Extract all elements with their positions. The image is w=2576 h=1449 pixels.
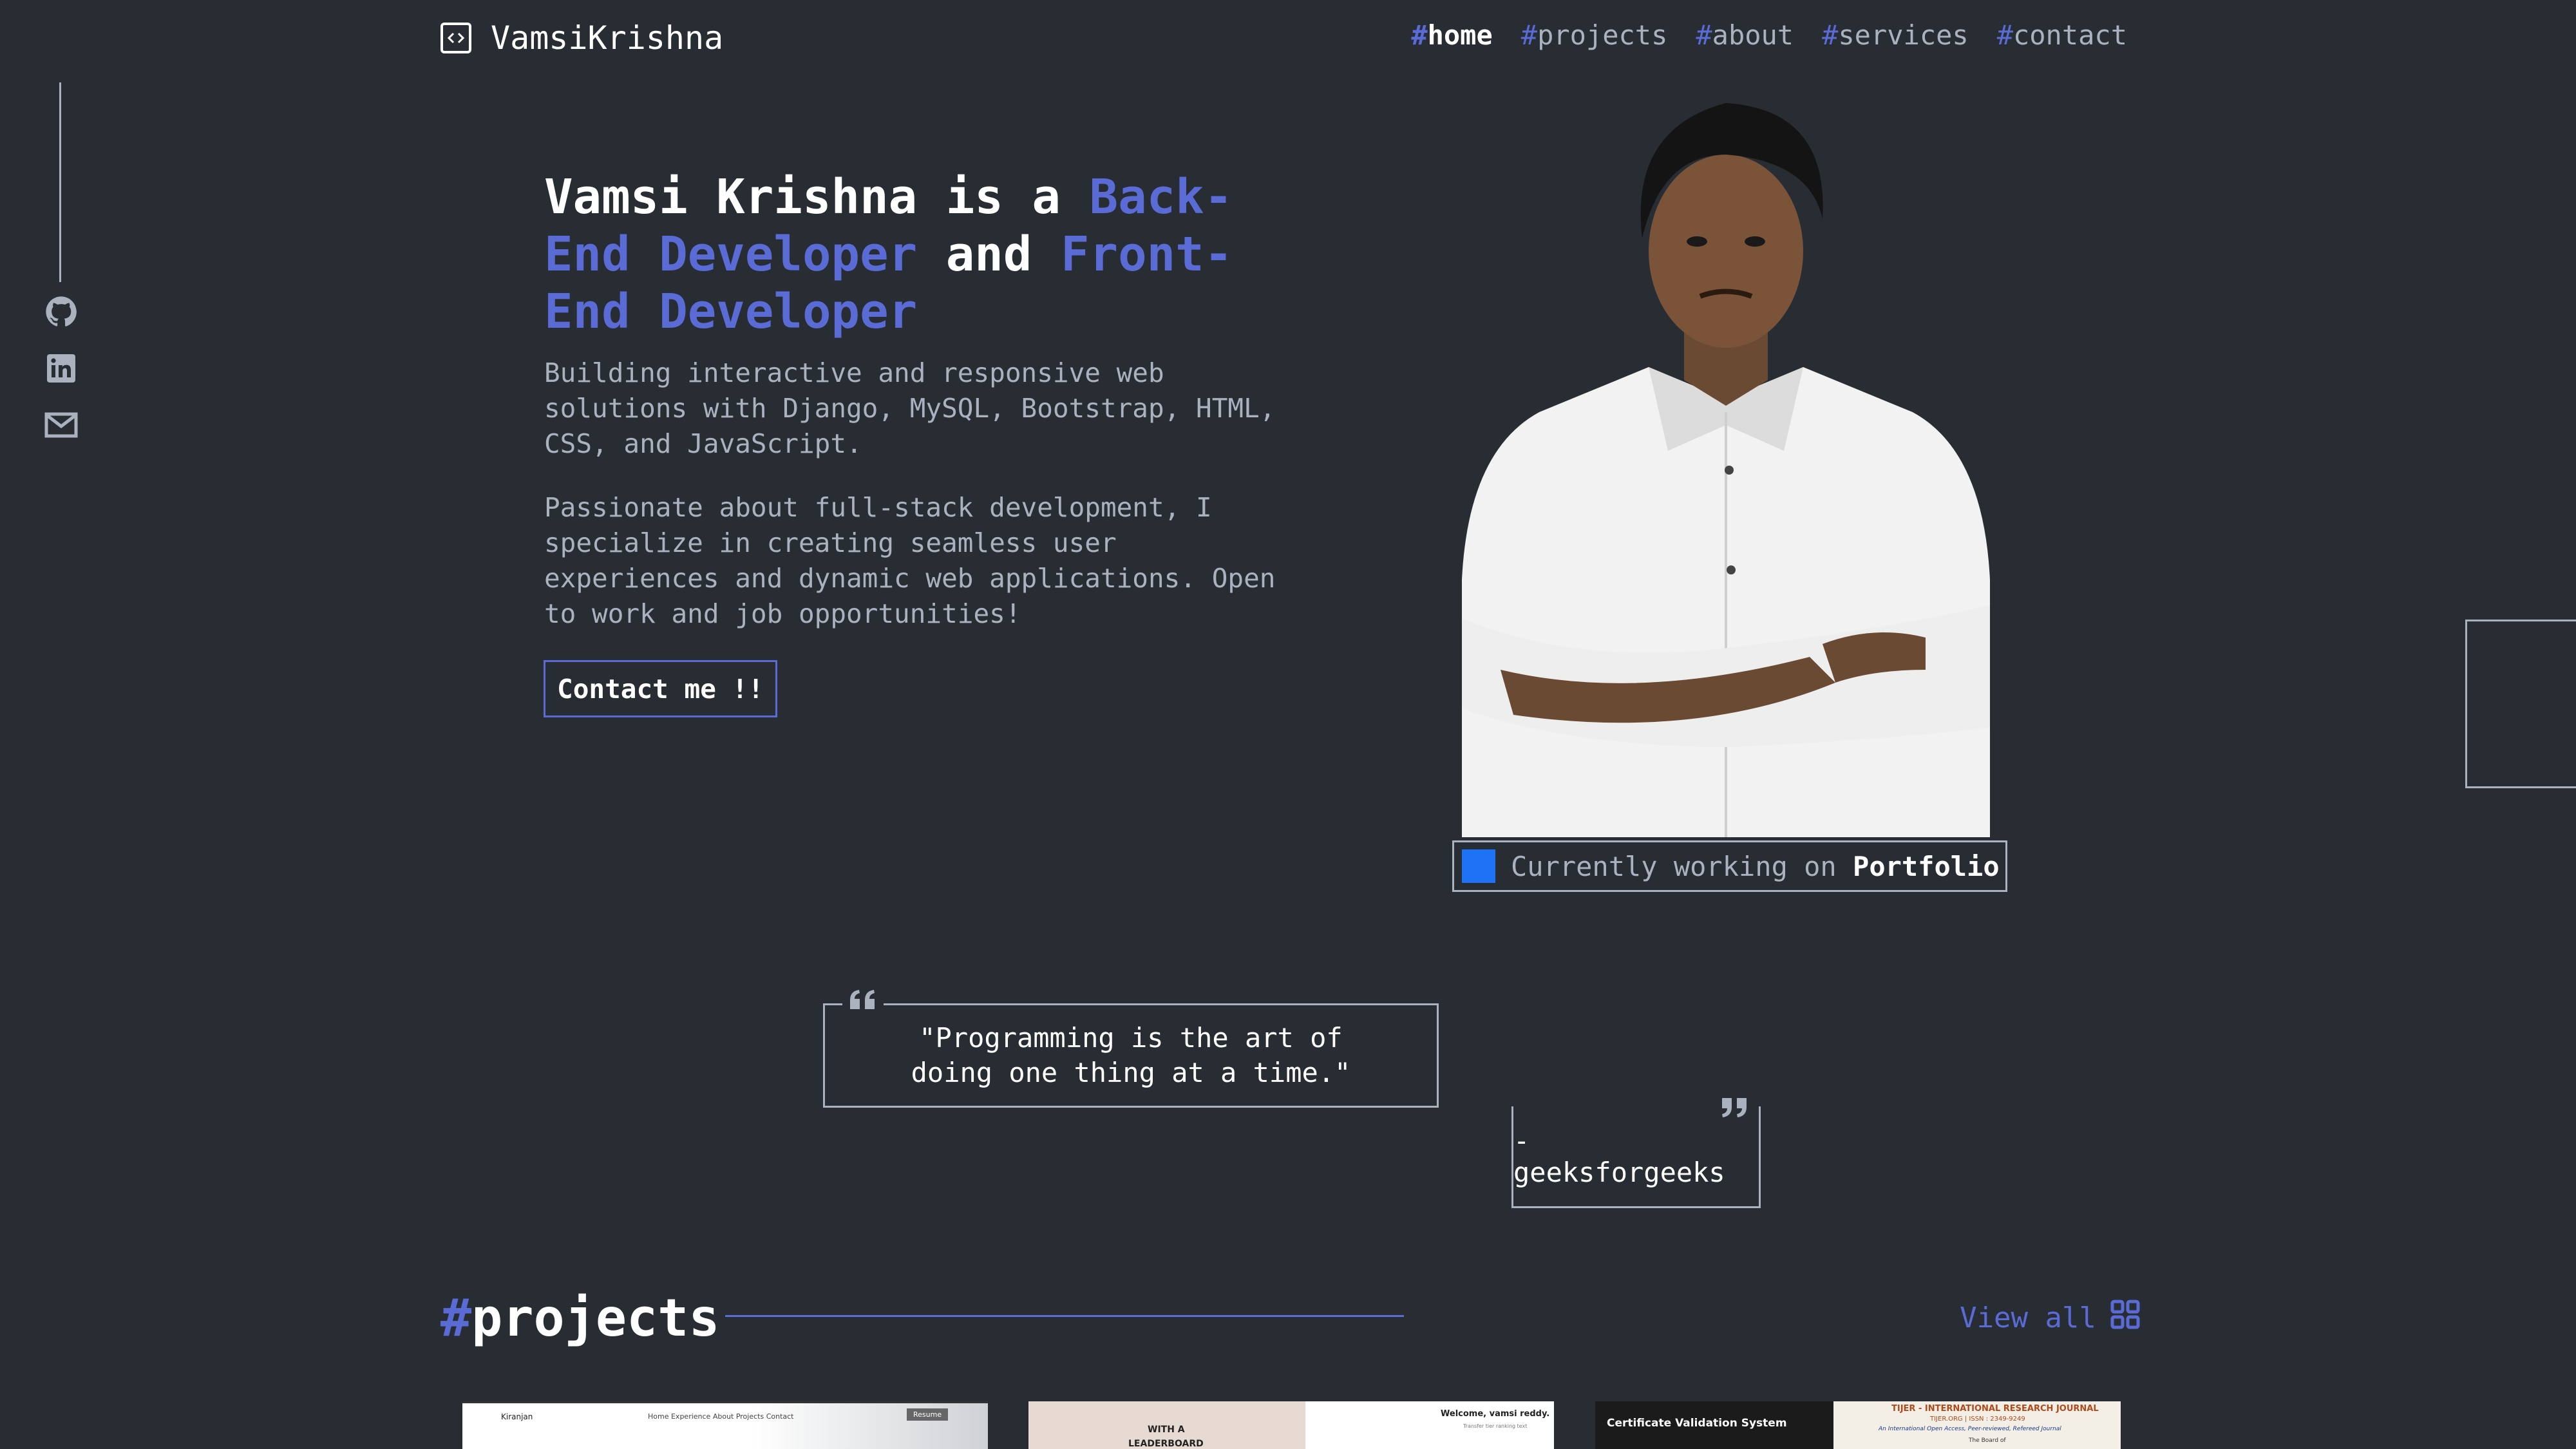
view-all-label: View all — [1960, 1302, 2096, 1334]
status-project: Portfolio — [1853, 850, 2000, 882]
status-prefix: Currently working on — [1511, 850, 1837, 882]
nav-label: projects — [1537, 19, 1668, 51]
thumb-line1: WITH A — [1148, 1425, 1185, 1435]
thumb-journal-sub2: An International Open Access, Peer-revie… — [1879, 1426, 2061, 1432]
quote-box: "Programming is the art of doing one thi… — [823, 1003, 1439, 1108]
thumb-journal-sub: TIJER.ORG | ISSN : 2349-9249 — [1930, 1416, 2025, 1423]
thumb-journal: TIJER - INTERNATIONAL RESEARCH JOURNAL — [1891, 1404, 2099, 1414]
hero-headline: Vamsi Krishna is a Back-End Developer an… — [544, 169, 1265, 341]
quote-open-icon — [842, 989, 884, 1013]
status-badge: Currently working on Portfolio — [1452, 840, 2007, 892]
thumb-badge: Resume — [907, 1408, 949, 1421]
nav-about[interactable]: #about — [1696, 19, 1794, 51]
hero-is-a: is a — [945, 169, 1061, 225]
mail-icon[interactable] — [43, 406, 80, 444]
code-icon — [440, 23, 471, 53]
nav-services[interactable]: #services — [1822, 19, 1969, 51]
thumb-line2: LEADERBOARD — [1128, 1439, 1204, 1449]
thumb-sub: Transfer tier ranking text — [1463, 1423, 1528, 1429]
nav-label: contact — [2012, 19, 2127, 51]
projects-title: projects — [471, 1288, 720, 1348]
quote-author: - geeksforgeeks — [1513, 1124, 1725, 1188]
status-square-icon — [1462, 849, 1495, 883]
thumb-welcome: Welcome, vamsi reddy. — [1441, 1409, 1550, 1419]
projects-heading: #projects — [440, 1288, 719, 1348]
side-divider — [59, 82, 61, 282]
project-card-2[interactable]: WITH A LEADERBOARD Welcome, vamsi reddy.… — [1028, 1401, 1554, 1449]
nav-hash: # — [1996, 19, 2013, 51]
nav-contact[interactable]: #contact — [1997, 19, 2127, 51]
quote-author-box: - geeksforgeeks — [1511, 1106, 1761, 1208]
logo[interactable]: VamsiKrishna — [440, 19, 723, 57]
nav-hash: # — [1822, 19, 1839, 51]
profile-photo — [1423, 90, 2029, 837]
github-icon[interactable] — [43, 293, 80, 330]
project-card-1[interactable]: Kiranjan Home Experience About Projects … — [462, 1401, 988, 1449]
status-text: Currently working on Portfolio — [1511, 851, 2000, 882]
contact-me-button[interactable]: Contact me !! — [544, 660, 777, 717]
projects-divider — [725, 1315, 1404, 1317]
hero-description: Building interactive and responsive web … — [544, 357, 1276, 459]
linkedin-icon[interactable] — [43, 350, 80, 387]
nav-hash: # — [1411, 19, 1428, 51]
hero-summary: Passionate about full-stack development,… — [544, 492, 1276, 629]
projects-hash: # — [440, 1288, 472, 1348]
nav-home[interactable]: #home — [1411, 19, 1492, 51]
decorative-frame — [2465, 620, 2576, 788]
view-all-link[interactable]: View all — [1960, 1300, 2140, 1336]
nav-projects[interactable]: #projects — [1521, 19, 1668, 51]
nav-label: services — [1838, 19, 1969, 51]
project-card-3[interactable]: Certificate Validation System TIJER - IN… — [1595, 1401, 2121, 1449]
nav-label: home — [1427, 19, 1493, 51]
nav-hash: # — [1696, 19, 1712, 51]
nav-label: about — [1712, 19, 1794, 51]
hero-and: and — [945, 227, 1032, 282]
logo-text: VamsiKrishna — [491, 19, 724, 57]
grid-icon — [2110, 1300, 2140, 1336]
thumb-journal-sub3: The Board of — [1969, 1437, 2006, 1444]
quote-text: "Programming is the art of doing one thi… — [911, 1022, 1351, 1088]
thumb-nav: Home Experience About Projects Contact — [648, 1412, 794, 1421]
thumb-title: Certificate Validation System — [1607, 1417, 1787, 1430]
thumb-brand: Kiranjan — [501, 1412, 533, 1421]
social-links — [43, 293, 80, 444]
hero-name: Vamsi Krishna — [544, 169, 918, 225]
main-nav: #home #projects #about #services #contac… — [1411, 19, 2127, 51]
nav-hash: # — [1520, 19, 1538, 51]
